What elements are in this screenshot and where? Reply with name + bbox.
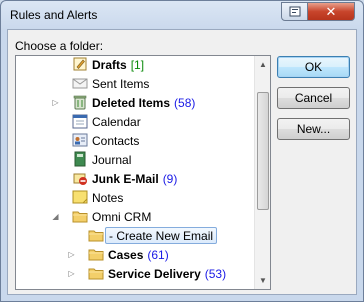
collapse-arrow-icon[interactable]: ▷: [67, 269, 76, 278]
tree-item[interactable]: ▷ Deleted Items (58): [16, 93, 254, 112]
tree-item[interactable]: - Create New Email: [16, 226, 254, 245]
unread-count: (61): [147, 247, 169, 262]
folder-name: Deleted Items: [92, 95, 171, 110]
notes-icon: [72, 190, 88, 204]
folder-tree-items: Drafts [1] Sent Items ▷ Deleted Items (58) Cal…: [16, 56, 254, 289]
folder-name: Journal: [92, 152, 132, 167]
collapse-arrow-icon[interactable]: ▷: [67, 250, 76, 259]
folder-name: Cases: [108, 247, 144, 262]
tree-item[interactable]: ▷ Service Delivery (53): [16, 264, 254, 283]
scroll-down-icon[interactable]: ▼: [255, 272, 270, 289]
tree-item[interactable]: ◢ Omni CRM: [16, 207, 254, 226]
folder-name: Calendar: [92, 114, 141, 129]
scrollbar-thumb[interactable]: [257, 92, 269, 210]
folder-name: Contacts: [92, 133, 140, 148]
tree-item-label[interactable]: Drafts [1]: [89, 56, 147, 73]
folder-name: Junk E-Mail: [92, 171, 159, 186]
tree-item[interactable]: Notes: [16, 188, 254, 207]
tree-item[interactable]: Contacts: [16, 131, 254, 150]
collapse-arrow-icon[interactable]: ▷: [51, 98, 60, 107]
vertical-scrollbar[interactable]: ▲ ▼: [254, 56, 270, 289]
unread-count: [1]: [130, 57, 145, 72]
ok-button[interactable]: OK: [277, 56, 350, 78]
tree-item-label[interactable]: Cases (61): [105, 246, 172, 263]
folder-name: Notes: [92, 190, 124, 205]
tree-item-label[interactable]: Journal: [89, 151, 134, 168]
expand-arrow-icon[interactable]: ◢: [51, 212, 60, 221]
tree-item-label[interactable]: Contacts: [89, 132, 142, 149]
deleted-items-icon: [73, 95, 87, 110]
sent-items-icon: [72, 78, 88, 89]
tree-item[interactable]: Calendar: [16, 112, 254, 131]
unread-count: (53): [204, 266, 227, 281]
dialog-body: Choose a folder: Drafts [1] Sent Items ▷ Del…: [7, 29, 357, 295]
contacts-icon: [72, 133, 88, 147]
tree-item[interactable]: Drafts [1]: [16, 56, 254, 74]
drafts-icon: [73, 57, 87, 71]
unread-count: (58): [174, 95, 196, 110]
tree-item[interactable]: Sent Items: [16, 74, 254, 93]
junk-email-icon: [73, 173, 87, 185]
help-button[interactable]: [281, 2, 308, 21]
tree-item-label[interactable]: Calendar: [89, 113, 144, 130]
tree-item-label[interactable]: Junk E-Mail (9): [89, 170, 180, 187]
folder-name: - Create New Email: [109, 228, 214, 243]
folder-icon: [72, 211, 88, 223]
rules-and-alerts-dialog: Rules and Alerts ✕ Choose a folder: Draf…: [0, 0, 364, 302]
help-icon: [289, 6, 300, 17]
tree-item-label[interactable]: - Create New Email: [105, 227, 218, 244]
folder-icon: [88, 249, 104, 261]
folder-name: Drafts: [92, 57, 127, 72]
new-button[interactable]: New...: [277, 118, 350, 140]
folder-prompt: Choose a folder:: [15, 39, 104, 53]
tree-item-label[interactable]: Service Delivery (53): [105, 265, 229, 282]
close-icon: ✕: [325, 4, 337, 19]
tree-item[interactable]: Journal: [16, 150, 254, 169]
tree-item[interactable]: Junk E-Mail (9): [16, 169, 254, 188]
scroll-up-icon[interactable]: ▲: [255, 56, 270, 73]
window-title: Rules and Alerts: [10, 8, 98, 22]
folder-icon: [88, 230, 104, 242]
folder-name: Sent Items: [92, 76, 150, 91]
tree-item-label[interactable]: Sent Items: [89, 75, 152, 92]
tree-item-label[interactable]: Deleted Items (58): [89, 94, 198, 111]
cancel-button[interactable]: Cancel: [277, 87, 350, 109]
folder-tree[interactable]: Drafts [1] Sent Items ▷ Deleted Items (58) Cal…: [15, 55, 271, 290]
folder-name: Service Delivery: [108, 266, 201, 281]
folder-name: Omni CRM: [92, 209, 152, 224]
tree-item[interactable]: ▷ Cases (61): [16, 245, 254, 264]
unread-count: (9): [162, 171, 178, 186]
title-bar[interactable]: Rules and Alerts ✕: [1, 1, 363, 29]
folder-icon: [88, 268, 104, 280]
journal-icon: [74, 151, 86, 167]
tree-item-label[interactable]: Omni CRM: [89, 208, 154, 225]
close-button[interactable]: ✕: [307, 2, 355, 21]
tree-item-label[interactable]: Notes: [89, 189, 126, 206]
calendar-icon: [72, 114, 88, 129]
